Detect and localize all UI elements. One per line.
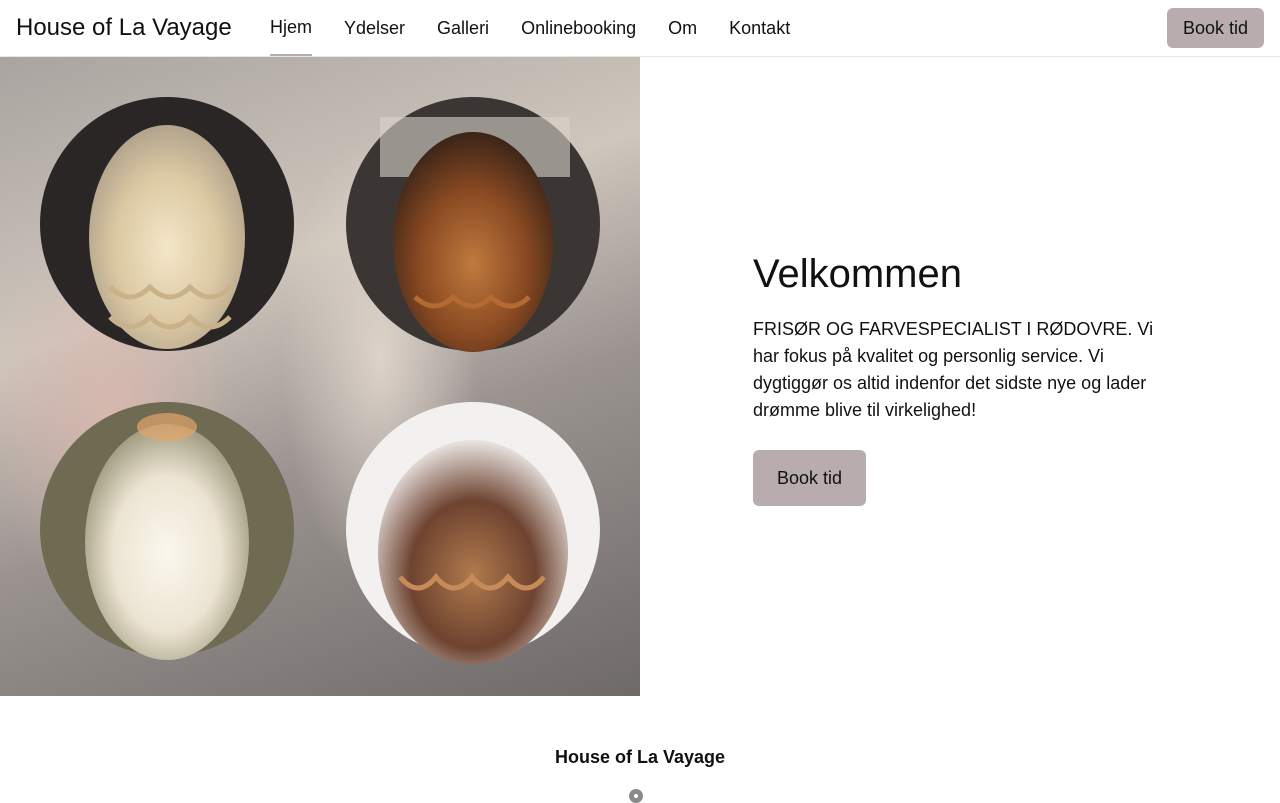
- map-pin-icon: [629, 789, 643, 803]
- welcome-text: FRISØR OG FARVESPECIALIST I RØDOVRE. Vi …: [753, 319, 1154, 420]
- nav-item-galleri[interactable]: Galleri: [421, 0, 505, 56]
- hair-collage-graphic: [40, 97, 600, 664]
- photo-circle-blonde: [40, 97, 294, 351]
- photo-circle-brown: [346, 97, 600, 352]
- nav-item-ydelser[interactable]: Ydelser: [328, 0, 421, 56]
- nav-item-hjem[interactable]: Hjem: [254, 0, 328, 56]
- header-book-button[interactable]: Book tid: [1166, 8, 1264, 48]
- hero-hair-collage-image: [0, 57, 640, 696]
- nav-item-kontakt[interactable]: Kontakt: [713, 0, 806, 56]
- brand-logo-link[interactable]: House of La Vayage: [16, 14, 232, 42]
- photo-circle-balayage: [346, 402, 600, 664]
- welcome-heading: Velkommen: [753, 252, 962, 296]
- site-header: House of La Vayage Hjem Ydelser Galleri …: [0, 0, 1280, 57]
- nav-item-onlinebooking[interactable]: Onlinebooking: [505, 0, 652, 56]
- photo-circle-platinum: [40, 402, 294, 660]
- nav-item-om[interactable]: Om: [652, 0, 713, 56]
- hero-book-button[interactable]: Book tid: [753, 450, 867, 506]
- welcome-section: Velkommen FRISØR OG FARVESPECIALIST I RØ…: [753, 250, 1173, 506]
- main-nav: Hjem Ydelser Galleri Onlinebooking Om Ko…: [254, 0, 806, 56]
- footer-title: House of La Vayage: [554, 747, 726, 767]
